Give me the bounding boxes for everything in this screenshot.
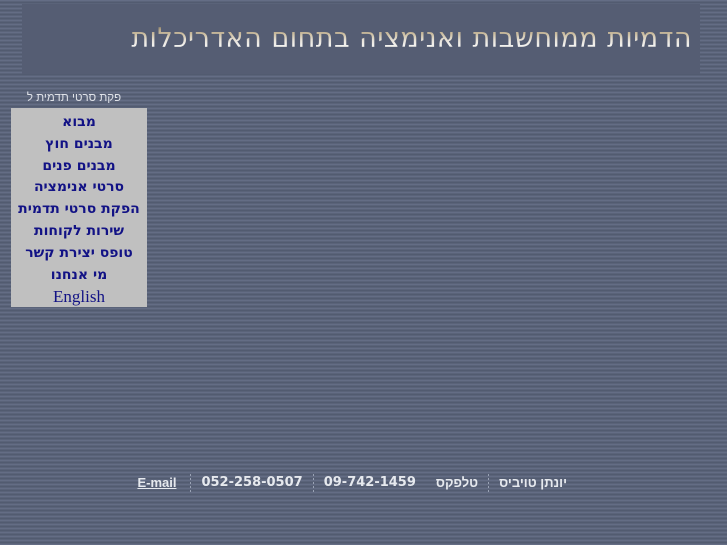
menu-item-customer-service[interactable]: שירות לקוחות bbox=[11, 221, 147, 243]
header-banner: הדמיות ממוחשבות ואנימציה בתחום האדריכלות bbox=[22, 4, 700, 74]
footer-contact-bar: יונתן טויביס טלפקס 09-742-1459 052-258-0… bbox=[0, 470, 727, 496]
menu-item-english[interactable]: English bbox=[11, 286, 147, 308]
footer-phone-label: טלפקס bbox=[435, 475, 479, 490]
footer-mobile-number: 052-258-0507 bbox=[201, 475, 303, 490]
navigation-menu: מבוא מבנים חוץ מבנים פנים סרטי אנימציה ה… bbox=[11, 108, 147, 307]
footer-separator bbox=[488, 474, 490, 492]
menu-item-corporate-video[interactable]: הפקת סרטי תדמית bbox=[11, 199, 147, 221]
footer-separator bbox=[312, 474, 314, 492]
menu-item-exteriors[interactable]: מבנים חוץ bbox=[11, 134, 147, 156]
footer-phone-number: 09-742-1459 bbox=[323, 475, 416, 490]
footer-separator bbox=[190, 474, 192, 492]
footer-email-link[interactable]: E-mail bbox=[123, 473, 190, 493]
menu-item-about-us[interactable]: מי אנחנו bbox=[11, 265, 147, 287]
menu-item-contact-form[interactable]: טופס יצירת קשר bbox=[11, 243, 147, 265]
menu-item-interiors[interactable]: מבנים פנים bbox=[11, 156, 147, 178]
menu-item-intro[interactable]: מבוא bbox=[11, 112, 147, 134]
page-title: הדמיות ממוחשבות ואנימציה בתחום האדריכלות bbox=[131, 24, 700, 54]
menu-caption: פקת סרטי תדמית ל bbox=[26, 92, 122, 104]
footer-contact-name: יונתן טויביס bbox=[499, 475, 567, 490]
menu-item-animation-films[interactable]: סרטי אנימציה bbox=[11, 177, 147, 199]
